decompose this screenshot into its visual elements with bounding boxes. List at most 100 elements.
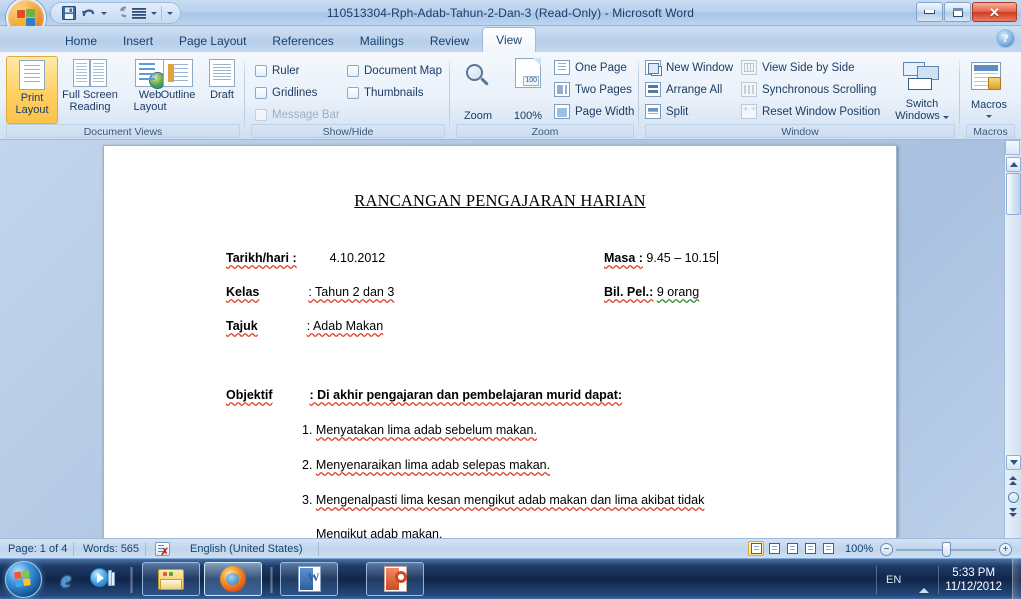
undo-dropdown-arrow[interactable]: [99, 4, 108, 22]
minimize-button[interactable]: [916, 2, 943, 22]
group-label-show-hide: Show/Hide: [251, 124, 445, 138]
clock-time: 5:33 PM: [952, 566, 996, 579]
gridlines-checkbox-icon[interactable]: [255, 87, 267, 99]
macros-dropdown-arrow[interactable]: [959, 110, 1019, 122]
ruler-checkbox-icon[interactable]: [255, 65, 267, 77]
previous-page-icon[interactable]: [1009, 476, 1018, 485]
undo-icon[interactable]: [79, 4, 98, 22]
outline-icon: [163, 59, 193, 87]
next-page-icon[interactable]: [1009, 508, 1018, 517]
taskbar-item-microsoft-word[interactable]: W: [280, 562, 338, 596]
save-icon[interactable]: [59, 4, 78, 22]
switch-windows-dropdown-arrow[interactable]: [942, 115, 949, 119]
redo-icon[interactable]: [109, 4, 128, 22]
zoom-100-label: 100%: [513, 109, 543, 122]
zoom-slider[interactable]: − +: [880, 542, 1012, 557]
help-icon[interactable]: ?: [996, 29, 1015, 48]
ribbon-group-show-hide: Ruler Gridlines Message Bar Document Map…: [247, 52, 449, 140]
spelling-check-icon[interactable]: [155, 542, 170, 558]
status-language[interactable]: English (United States): [190, 539, 303, 559]
outline-button[interactable]: Outline: [154, 56, 202, 124]
tab-home[interactable]: Home: [52, 30, 110, 52]
checkbox-document-map[interactable]: Document Map: [347, 62, 442, 80]
vertical-scrollbar[interactable]: [1004, 140, 1021, 538]
print-layout-button[interactable]: Print Layout: [6, 56, 58, 124]
field-masa-label: Masa :: [604, 251, 643, 265]
one-page-button[interactable]: One Page: [554, 58, 627, 77]
zoom-label: Zoom: [463, 109, 493, 122]
status-draft-view-button[interactable]: [820, 541, 836, 556]
tab-page-layout[interactable]: Page Layout: [166, 30, 259, 52]
show-hidden-icons-icon[interactable]: [910, 570, 938, 593]
styles-dropdown-arrow[interactable]: [149, 4, 158, 22]
internet-explorer-icon[interactable]: e: [52, 565, 80, 593]
tab-mailings[interactable]: Mailings: [347, 30, 417, 52]
close-button[interactable]: ✕: [972, 2, 1017, 22]
taskbar-item-windows-explorer[interactable]: [142, 562, 200, 596]
field-kelas: Kelas : Tahun 2 dan 3: [226, 285, 394, 299]
field-kelas-value: : Tahun 2 dan 3: [308, 285, 395, 299]
document-heading: RANCANGAN PENGAJARAN HARIAN: [354, 191, 646, 210]
checkbox-ruler[interactable]: Ruler: [255, 62, 299, 80]
clock[interactable]: 5:33 PM 11/12/2012: [939, 566, 1012, 594]
zoom-out-button[interactable]: −: [880, 543, 893, 556]
field-tajuk-value: : Adab Makan: [306, 319, 384, 333]
status-zoom-level[interactable]: 100%: [845, 539, 873, 559]
zoom-100-button[interactable]: 100%: [504, 56, 552, 124]
document-map-checkbox-icon[interactable]: [347, 65, 359, 77]
status-print-layout-view-button[interactable]: [748, 541, 764, 556]
print-layout-label-1: Print: [20, 92, 44, 104]
one-page-icon: [554, 60, 570, 75]
word-icon: W: [297, 566, 321, 592]
switch-windows-button[interactable]: Switch Windows: [889, 56, 955, 124]
zoom-slider-thumb[interactable]: [942, 542, 951, 557]
objektif-item-1-number: 1.: [302, 423, 313, 437]
checkbox-thumbnails[interactable]: Thumbnails: [347, 84, 423, 102]
document-page[interactable]: RANCANGAN PENGAJARAN HARIAN Tarikh/hari …: [103, 145, 897, 538]
tab-references[interactable]: References: [259, 30, 346, 52]
document-canvas[interactable]: RANCANGAN PENGAJARAN HARIAN Tarikh/hari …: [0, 140, 1021, 538]
scroll-up-button[interactable]: [1006, 157, 1021, 172]
taskbar-item-mozilla-firefox[interactable]: [204, 562, 262, 596]
lines-icon[interactable]: [129, 4, 148, 22]
windows-media-player-icon[interactable]: [88, 565, 116, 593]
page-width-icon: [554, 104, 570, 119]
status-word-count[interactable]: Words: 565: [83, 539, 139, 559]
arrange-all-icon: [645, 82, 661, 97]
system-tray: EN 5:33 PM 11/12/2012: [876, 559, 1021, 599]
two-pages-button[interactable]: Two Pages: [554, 80, 632, 99]
zoom-dialog-button[interactable]: Zoom: [452, 56, 504, 124]
thumbnails-checkbox-icon[interactable]: [347, 87, 359, 99]
new-window-button[interactable]: New Window: [645, 58, 733, 77]
split-button[interactable]: Split: [645, 102, 688, 121]
status-outline-view-button[interactable]: [802, 541, 818, 556]
split-handle-icon[interactable]: [1005, 140, 1020, 155]
language-indicator[interactable]: EN: [877, 574, 910, 586]
page-width-button[interactable]: Page Width: [554, 102, 634, 121]
customize-qat-arrow[interactable]: [165, 4, 174, 22]
start-button[interactable]: [5, 561, 42, 598]
status-page-number[interactable]: Page: 1 of 4: [8, 539, 67, 559]
arrange-all-label: Arrange All: [666, 83, 723, 96]
draft-button[interactable]: Draft: [200, 56, 244, 124]
tab-view[interactable]: View: [482, 27, 536, 52]
scroll-down-button[interactable]: [1006, 455, 1021, 470]
status-divider-3: [318, 542, 319, 556]
arrange-all-button[interactable]: Arrange All: [645, 80, 722, 99]
tab-insert[interactable]: Insert: [110, 30, 166, 52]
macros-button[interactable]: Macros: [959, 56, 1019, 124]
field-tajuk-label: Tajuk: [226, 319, 258, 333]
status-web-layout-view-button[interactable]: [784, 541, 800, 556]
checkbox-gridlines[interactable]: Gridlines: [255, 84, 317, 102]
status-full-screen-reading-view-button[interactable]: [766, 541, 782, 556]
taskbar-item-microsoft-powerpoint[interactable]: [366, 562, 424, 596]
show-desktop-button[interactable]: [1012, 559, 1021, 599]
two-pages-icon: [554, 82, 570, 97]
select-browse-object-icon[interactable]: [1008, 492, 1019, 503]
maximize-button[interactable]: [944, 2, 971, 22]
tab-review[interactable]: Review: [417, 30, 482, 52]
scrollbar-thumb[interactable]: [1006, 173, 1021, 215]
full-screen-reading-button[interactable]: Full Screen Reading: [58, 56, 122, 124]
objektif-item-2-number: 2.: [302, 458, 313, 472]
zoom-in-button[interactable]: +: [999, 543, 1012, 556]
